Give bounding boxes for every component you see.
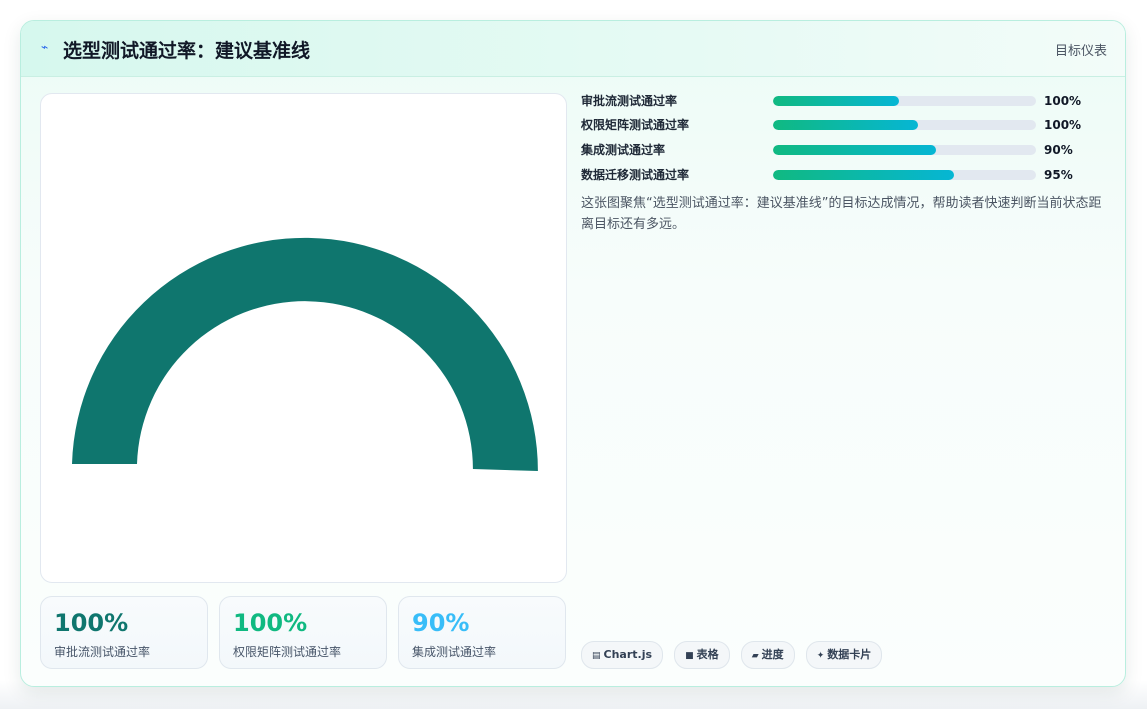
stat-value: 100% [233, 609, 308, 637]
lightning-icon: ⌁ [41, 40, 49, 54]
progress-row-permission: 权限矩阵测试通过率 100% [581, 116, 1111, 134]
progress-track [773, 96, 1036, 106]
stat-value: 100% [54, 609, 129, 637]
chart-description: 这张图聚焦“选型测试通过率：建议基准线”的目标达成情况，帮助读者快速判断当前状态… [581, 196, 1102, 232]
stat-value: 90% [412, 609, 470, 637]
progress-label: 权限矩阵测试通过率 [581, 118, 690, 132]
progress-percent: 100% [1044, 118, 1082, 132]
tag-label: 进度 [761, 648, 784, 661]
progress-icon: ▰ [751, 651, 759, 661]
progress-track [773, 145, 1036, 155]
gauge-chart [72, 237, 538, 471]
table-icon: ■ [685, 651, 694, 661]
progress-fill [773, 120, 918, 130]
stat-card-approval: 100% 审批流测试通过率 [40, 596, 208, 669]
sparkle-icon: ✦ [816, 651, 825, 661]
stat-card-integration: 90% 集成测试通过率 [398, 596, 566, 669]
progress-track [773, 120, 1036, 130]
progress-label: 审批流测试通过率 [581, 94, 678, 108]
progress-row-integration: 集成测试通过率 90% [581, 141, 1111, 159]
tag-label: 数据卡片 [827, 648, 872, 661]
progress-fill [773, 96, 900, 106]
tag-list: ▤ Chart.js ■ 表格 ▰ 进度 ✦ 数据卡片 [581, 641, 888, 669]
stat-label: 集成测试通过率 [412, 645, 497, 659]
stat-label: 审批流测试通过率 [54, 645, 151, 659]
progress-label: 数据迁移测试通过率 [581, 168, 690, 182]
header-label-gauge: 目标仪表 [1054, 44, 1107, 59]
progress-label: 集成测试通过率 [581, 143, 666, 157]
progress-fill [773, 170, 955, 180]
gauge-panel [40, 93, 567, 583]
stat-label: 权限矩阵测试通过率 [233, 645, 342, 659]
tag-label: 表格 [696, 648, 719, 661]
progress-row-migration: 数据迁移测试通过率 95% [581, 166, 1111, 184]
tag-chartjs[interactable]: ▤ Chart.js [581, 641, 664, 669]
tag-data-card[interactable]: ✦ 数据卡片 [805, 641, 883, 669]
chart-icon: ▤ [592, 651, 601, 661]
progress-row-approval: 审批流测试通过率 100% [581, 92, 1111, 110]
progress-percent: 90% [1044, 143, 1073, 157]
tag-progress[interactable]: ▰ 进度 [740, 641, 795, 669]
progress-fill [773, 145, 937, 155]
gauge-arc [72, 237, 538, 471]
progress-track [773, 170, 1036, 180]
card-header: ⌁ 选型测试通过率：建议基准线 目标仪表 [21, 21, 1125, 77]
tag-table[interactable]: ■ 表格 [674, 641, 730, 669]
tag-label: Chart.js [603, 648, 653, 661]
dashboard-card: ⌁ 选型测试通过率：建议基准线 目标仪表 100% 审批流测试通过率 100% … [20, 20, 1126, 687]
progress-percent: 95% [1044, 168, 1073, 182]
stat-card-permission: 100% 权限矩阵测试通过率 [219, 596, 387, 669]
progress-percent: 100% [1044, 94, 1082, 108]
page-title: 选型测试通过率：建议基准线 [63, 40, 311, 62]
